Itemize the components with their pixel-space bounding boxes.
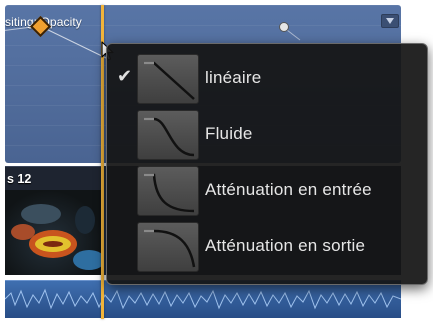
keyframe-point-icon[interactable] [279,22,289,32]
menu-item-linear[interactable]: ✔ linéaire [107,50,427,106]
checkmark-icon: ✔ [117,66,133,87]
clip-name: s 12 [7,172,32,186]
menu-item-ease-out[interactable]: Atténuation en sortie [107,218,427,274]
menu-item-label: linéaire [205,68,262,87]
menu-item-label: Atténuation en entrée [205,180,372,199]
interpolation-curve-menu: ✔ linéaire Fluide Atténuation en entrée … [106,43,428,285]
linear-icon [137,54,199,104]
clip-thumbnail[interactable] [5,190,103,275]
clip-image [11,204,103,270]
ease-out-icon [137,222,199,272]
menu-item-label: Fluide [205,124,253,143]
clip-title-bar[interactable]: s 12 [5,166,103,191]
menu-item-smooth[interactable]: Fluide [107,106,427,162]
waveform-icon [4,288,402,310]
ease-in-icon [137,166,199,216]
menu-item-ease-in[interactable]: Atténuation en entrée [107,162,427,218]
audio-waveform-strip[interactable] [4,280,402,318]
menu-item-label: Atténuation en sortie [205,236,366,255]
timeline-stage: siting: Opacity s 12 ✔ linéaire Fluide A… [0,0,433,322]
smooth-icon [137,110,199,160]
